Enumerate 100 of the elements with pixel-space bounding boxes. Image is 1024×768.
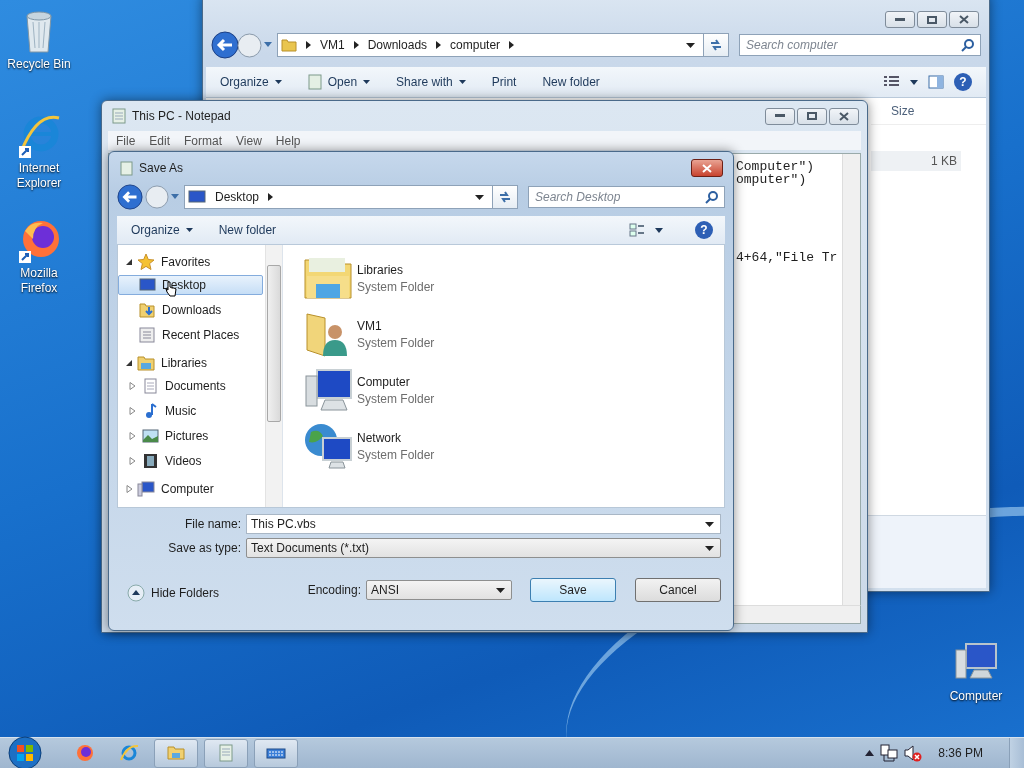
caret-icon[interactable] xyxy=(910,79,918,85)
caret-icon xyxy=(363,80,371,84)
computer-icon[interactable] xyxy=(303,366,353,414)
view-options-icon[interactable] xyxy=(629,223,645,237)
menu-item[interactable]: Format xyxy=(184,133,223,148)
firefox-icon xyxy=(75,743,95,763)
search-field[interactable]: Search computer xyxy=(739,34,981,56)
expander-icon[interactable] xyxy=(126,359,133,367)
dropdown-caret-icon[interactable] xyxy=(686,42,695,48)
folder-name[interactable]: Computer xyxy=(357,374,435,389)
menu-item[interactable]: File xyxy=(116,133,136,148)
toolbar-button[interactable]: Organize xyxy=(123,220,201,240)
star-icon xyxy=(137,254,155,270)
tree-item[interactable]: Music xyxy=(165,404,197,418)
help-icon[interactable]: ? xyxy=(695,221,713,239)
folder-name[interactable]: VM1 xyxy=(357,318,435,333)
tree-item[interactable]: Computer xyxy=(161,482,214,496)
search-field[interactable]: Search Desktop xyxy=(528,186,725,208)
dropdown-caret-icon[interactable] xyxy=(475,194,484,200)
code-line: Computer") xyxy=(736,160,815,173)
toolbar-button[interactable]: Organize xyxy=(212,72,290,92)
table-cell: 1 KB xyxy=(931,154,957,168)
close-icon xyxy=(702,163,712,173)
field-label: Encoding: xyxy=(307,583,361,597)
film-icon xyxy=(142,453,159,469)
code-line: 4+64,"File Tr xyxy=(736,251,839,264)
desktop-icon-label[interactable]: Mozilla Firefox xyxy=(4,266,74,296)
breadcrumb[interactable]: VM1 xyxy=(320,38,345,52)
close-button[interactable] xyxy=(691,159,723,177)
desktop-icon-label[interactable]: Computer xyxy=(941,689,1011,704)
tree-item[interactable]: Libraries xyxy=(161,356,208,370)
caret-icon xyxy=(185,228,193,232)
refresh-icon xyxy=(709,39,723,51)
expander-icon[interactable] xyxy=(126,258,133,266)
toolbar-button[interactable]: Open xyxy=(299,71,379,93)
notepad-icon xyxy=(307,74,322,90)
minimize-button[interactable] xyxy=(885,11,915,28)
search-icon xyxy=(961,38,974,52)
address-bar[interactable]: Desktop xyxy=(184,185,493,209)
back-icon[interactable] xyxy=(117,184,143,210)
notepad-icon xyxy=(112,108,126,124)
menu-item[interactable]: View xyxy=(236,133,262,148)
hide-folders-button[interactable]: Hide Folders xyxy=(117,584,220,602)
save-button[interactable]: Save xyxy=(530,578,616,602)
chevron-icon xyxy=(436,41,442,49)
close-button[interactable] xyxy=(949,11,979,28)
breadcrumb[interactable]: Desktop xyxy=(215,190,260,204)
menu-item[interactable]: Edit xyxy=(149,133,171,148)
close-icon xyxy=(839,111,849,121)
chevron-icon xyxy=(268,193,274,201)
maximize-button[interactable] xyxy=(797,107,827,125)
maximize-icon xyxy=(927,15,937,24)
minimize-button[interactable] xyxy=(765,107,795,125)
cancel-button[interactable]: Cancel xyxy=(635,578,721,602)
start-button-icon[interactable] xyxy=(8,736,42,768)
help-icon[interactable]: ? xyxy=(954,73,972,91)
tree-item[interactable]: Downloads xyxy=(162,303,222,317)
chevron-icon xyxy=(353,41,359,49)
breadcrumb[interactable]: Downloads xyxy=(367,38,428,52)
field-label: Save as type: xyxy=(168,541,241,555)
caret-icon[interactable] xyxy=(655,227,663,233)
vertical-scrollbar[interactable] xyxy=(265,245,282,507)
desktop-icon-label[interactable]: Internet Explorer xyxy=(4,161,74,191)
muted-speaker-icon[interactable] xyxy=(904,744,923,762)
network-icon[interactable] xyxy=(880,744,899,762)
toolbar-button[interactable]: New folder xyxy=(534,72,608,92)
dialog-title: Save As xyxy=(139,161,184,175)
toolbar-button[interactable]: Share with xyxy=(388,72,474,92)
caret-icon xyxy=(274,80,282,84)
close-button[interactable] xyxy=(829,107,859,125)
encoding-dropdown[interactable]: ANSI xyxy=(366,580,512,600)
toolbar-button[interactable]: New folder xyxy=(210,220,285,240)
refresh-button[interactable] xyxy=(492,185,518,209)
tree-item[interactable]: Documents xyxy=(165,379,226,393)
back-icon[interactable] xyxy=(211,31,239,59)
vertical-scrollbar[interactable] xyxy=(842,154,860,605)
keyboard-taskbar-button[interactable] xyxy=(254,738,298,768)
folder-name[interactable]: Network xyxy=(357,430,435,445)
tree-item[interactable]: Pictures xyxy=(165,429,209,443)
desktop-icon-label[interactable]: Recycle Bin xyxy=(4,57,74,72)
tree-item[interactable]: Recent Places xyxy=(162,328,240,342)
maximize-button[interactable] xyxy=(917,11,947,28)
show-hidden-icons-icon[interactable] xyxy=(865,750,875,756)
network-globe-icon[interactable] xyxy=(303,422,353,470)
address-bar[interactable]: VM1 Downloads computer xyxy=(277,33,704,57)
menu-item[interactable]: Help xyxy=(275,133,301,148)
toolbar-button[interactable]: Print xyxy=(483,72,525,92)
refresh-button[interactable] xyxy=(703,33,729,57)
column-header[interactable]: Size xyxy=(871,104,915,118)
search-icon xyxy=(705,190,718,204)
tree-item[interactable]: Videos xyxy=(165,454,202,468)
folder-name[interactable]: Libraries xyxy=(357,262,435,277)
clock[interactable]: 8:36 PM xyxy=(938,746,983,760)
folder-type: System Folder xyxy=(357,335,435,350)
file-type-dropdown[interactable]: Text Documents (*.txt) xyxy=(246,538,721,558)
tree-item[interactable]: Favorites xyxy=(161,255,211,269)
breadcrumb[interactable]: computer xyxy=(450,38,501,52)
folder-type: System Folder xyxy=(357,279,435,294)
view-options-icon[interactable] xyxy=(884,76,900,88)
file-name-field[interactable]: This PC.vbs xyxy=(246,514,721,534)
